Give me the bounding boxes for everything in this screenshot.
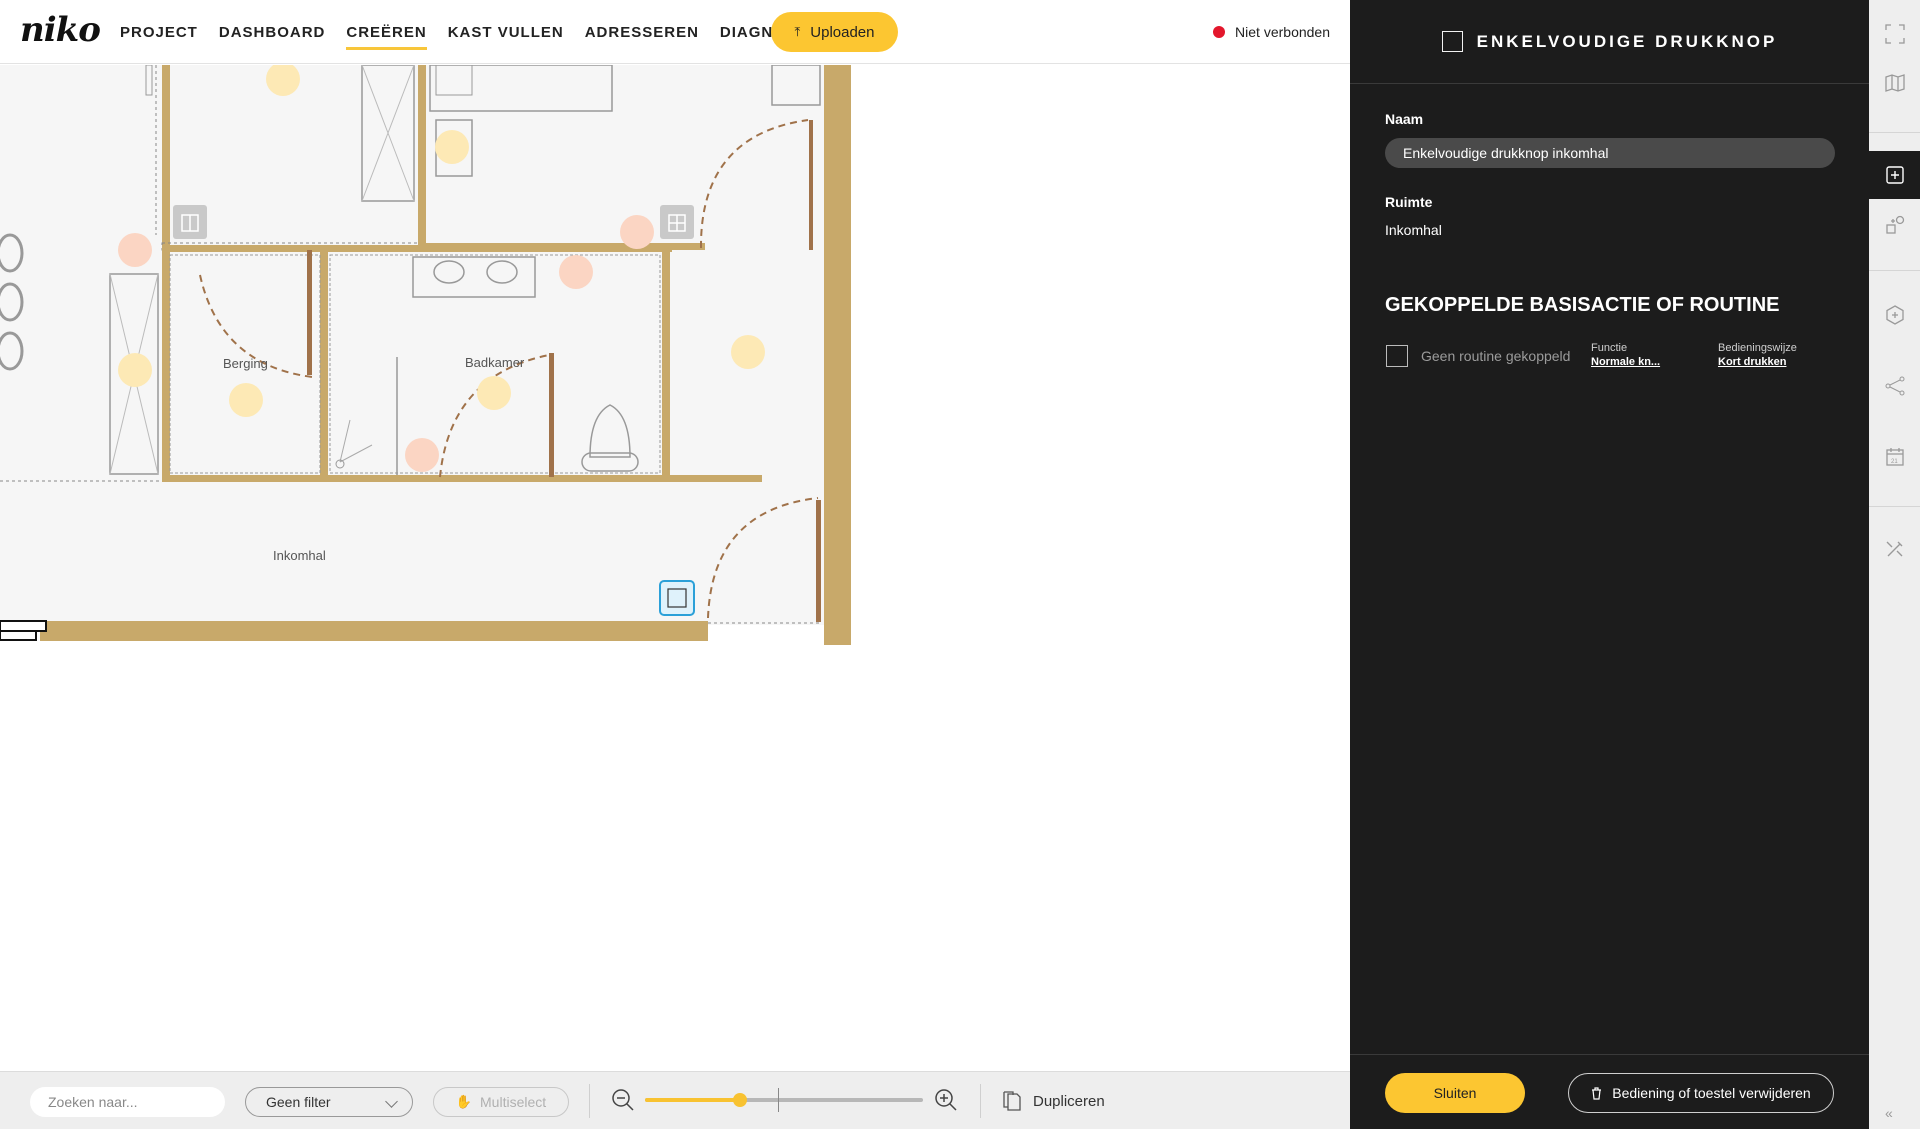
status-dot-icon	[1213, 26, 1226, 38]
tools-icon[interactable]	[1869, 525, 1920, 573]
room-label-inkomhal: Inkomhal	[273, 548, 326, 563]
zoom-in-icon[interactable]	[933, 1087, 959, 1113]
rail-divider	[1869, 506, 1920, 507]
delete-button-label: Bediening of toestel verwijderen	[1612, 1085, 1811, 1101]
panel-title: ENKELVOUDIGE DRUKKNOP	[1441, 31, 1778, 52]
hexagon-add-icon[interactable]	[1869, 291, 1920, 339]
tool-rail: 21 «	[1869, 0, 1920, 1129]
upload-icon: ⤒	[794, 24, 801, 39]
nav-creeren[interactable]: CREËREN	[346, 0, 428, 64]
room-field-label: Ruimte	[1385, 194, 1433, 210]
hand-icon: ✋	[455, 1094, 473, 1109]
function-label: Functie	[1591, 342, 1628, 354]
zoom-slider[interactable]	[645, 1088, 923, 1112]
multiselect-button[interactable]: ✋ Multiselect	[433, 1087, 569, 1117]
multiselect-label: Multiselect	[480, 1094, 547, 1110]
bottom-toolbar: Geen filter ✋ Multiselect Dupliceren	[0, 1071, 1350, 1129]
nav-adresseren[interactable]: ADRESSEREN	[585, 0, 699, 64]
zoom-slider-reset-mark	[778, 1088, 779, 1112]
filter-select-value: Geen filter	[266, 1094, 331, 1110]
toolbar-divider	[589, 1084, 590, 1118]
properties-panel: ENKELVOUDIGE DRUKKNOP Naam Ruimte Inkomh…	[1350, 0, 1869, 1129]
chevron-down-icon	[385, 1095, 398, 1108]
upload-label: Uploaden	[810, 23, 875, 41]
collapse-rail-icon[interactable]: «	[1885, 1105, 1893, 1121]
floorplan-canvas[interactable]: Berging Badkamer Inkomhal	[0, 65, 1350, 1071]
floorplan-drawing: Berging Badkamer Inkomhal	[0, 65, 851, 645]
map-icon[interactable]	[1869, 59, 1920, 107]
panel-footer: Sluiten Bediening of toestel verwijderen	[1350, 1054, 1869, 1129]
top-navigation-bar: niko PROJECT DASHBOARD CREËREN KAST VULL…	[0, 0, 1350, 64]
zoom-slider-thumb[interactable]	[732, 1093, 747, 1107]
fullscreen-icon[interactable]	[1869, 10, 1920, 58]
zoom-slider-fill	[645, 1098, 740, 1102]
upload-button[interactable]: ⤒ Uploaden	[771, 12, 898, 52]
push-button-icon	[1441, 31, 1463, 52]
connection-status: Niet verbonden	[1213, 0, 1330, 64]
name-field-label: Naam	[1385, 111, 1424, 127]
room-label-berging: Berging	[223, 356, 268, 371]
zoom-out-icon[interactable]	[610, 1087, 636, 1113]
linked-action-section-title: GEKOPPELDE BASISACTIE OF ROUTINE	[1385, 294, 1780, 316]
duplicate-label: Dupliceren	[1033, 1092, 1105, 1110]
function-link[interactable]: Normale kn...	[1591, 356, 1660, 368]
routine-checkbox[interactable]	[1386, 345, 1408, 367]
trash-icon	[1592, 1086, 1602, 1100]
calendar-icon[interactable]: 21	[1869, 433, 1920, 481]
nav-project[interactable]: PROJECT	[120, 0, 198, 64]
close-button[interactable]: Sluiten	[1385, 1073, 1525, 1113]
routine-status-text: Geen routine gekoppeld	[1421, 348, 1571, 364]
room-field-value: Inkomhal	[1385, 222, 1442, 238]
panel-title-text: ENKELVOUDIGE DRUKKNOP	[1476, 31, 1778, 51]
rail-divider	[1869, 270, 1920, 271]
main-nav: PROJECT DASHBOARD CREËREN KAST VULLEN AD…	[120, 0, 846, 64]
nav-kast-vullen[interactable]: KAST VULLEN	[448, 0, 564, 64]
toolbar-divider	[980, 1084, 981, 1118]
mode-label: Bedieningswijze	[1718, 342, 1797, 354]
rail-divider	[1869, 132, 1920, 133]
connection-status-text: Niet verbonden	[1235, 24, 1330, 40]
nav-dashboard[interactable]: DASHBOARD	[219, 0, 326, 64]
filter-select[interactable]: Geen filter	[245, 1087, 413, 1117]
connections-icon[interactable]	[1869, 362, 1920, 410]
shapes-icon[interactable]	[1869, 201, 1920, 249]
duplicate-icon	[1003, 1091, 1021, 1111]
name-field[interactable]	[1385, 138, 1835, 168]
panel-header: ENKELVOUDIGE DRUKKNOP	[1350, 0, 1869, 84]
add-device-icon[interactable]	[1869, 151, 1920, 199]
room-label-badkamer: Badkamer	[465, 355, 525, 370]
duplicate-button[interactable]: Dupliceren	[1003, 1087, 1105, 1115]
niko-logo[interactable]: niko	[20, 10, 101, 50]
search-input[interactable]	[30, 1087, 225, 1117]
svg-text:21: 21	[1891, 459, 1898, 465]
mode-link[interactable]: Kort drukken	[1718, 356, 1786, 368]
delete-button[interactable]: Bediening of toestel verwijderen	[1568, 1073, 1834, 1113]
